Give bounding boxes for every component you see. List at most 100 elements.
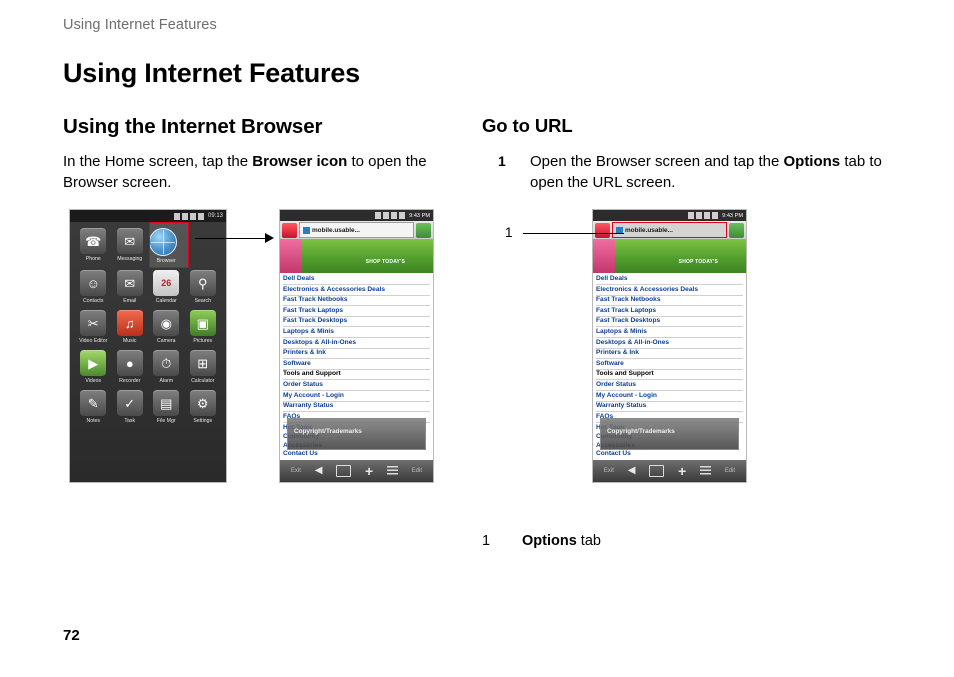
app-icon-phone[interactable]: ☎ Phone [76,228,111,264]
url-text: mobile.usable... [312,226,360,234]
app-icon-alarm[interactable]: ⏱ Alarm [149,350,184,384]
options-tab-highlighted[interactable]: mobile.usable... [612,222,727,238]
list-item[interactable]: Fast Track Desktops [283,317,430,328]
list-item[interactable]: Fast Track Netbooks [596,296,743,307]
app-icon-email[interactable]: ✉ Email [113,270,148,304]
list-item[interactable]: Fast Track Laptops [596,307,743,317]
app-icon-recorder[interactable]: ● Recorder [113,350,148,384]
right-column: Go to URL 1 Open the Browser screen and t… [482,115,882,193]
app-icon-empty [186,228,221,264]
browser-url-bar[interactable]: mobile.usable... [280,221,433,239]
app-icon-music[interactable]: ♫ Music [113,310,148,344]
options-tab-icon[interactable] [416,222,431,238]
list-item[interactable]: Software [596,360,743,370]
list-item[interactable]: Fast Track Netbooks [283,296,430,307]
task-icon: ✓ [116,390,143,416]
url-field[interactable]: mobile.usable... [299,222,414,238]
app-icon-task[interactable]: ✓ Task [113,390,148,424]
page-title: Using Internet Features [63,58,360,88]
site-banner: SHOP TODAY'S [593,239,746,273]
message-icon: ✉ [116,228,143,254]
list-item[interactable]: Contact Us [283,450,430,459]
list-item[interactable]: Printers & Ink [596,349,743,360]
list-item[interactable]: Order Status [596,381,743,392]
list-item[interactable]: Warranty Status [283,402,430,413]
app-icon-notes[interactable]: ✎ Notes [76,390,111,424]
app-icon-calculator[interactable]: ⊞ Calculator [186,350,221,384]
toolbar-exit-label[interactable]: Exit [291,468,301,474]
toolbar-edit-label[interactable]: Edit [412,468,422,474]
list-item[interactable]: Desktops & All-in-Ones [283,339,430,349]
list-item[interactable]: Printers & Ink [283,349,430,360]
app-icon-video-editor[interactable]: ✂ Video Editor [76,310,111,344]
wifi-icon [383,212,390,219]
status-time: 9:43 PM [409,212,430,219]
app-icon-contacts[interactable]: ☺ Contacts [76,270,111,304]
back-icon[interactable]: ◀ [315,466,323,476]
list-item[interactable]: Dell Deals [596,275,743,286]
figure-caption: 1 Options tab [482,533,601,549]
app-label: Email [123,298,137,304]
list-item[interactable]: My Account - Login [283,392,430,402]
list-item[interactable]: Electronics & Accessories Deals [283,286,430,296]
app-label: Task [124,418,136,424]
app-icon-file-manager[interactable]: ▤ File Mgr [149,390,184,424]
list-item[interactable]: Desktops & All-in-Ones [596,339,743,349]
app-icon-settings[interactable]: ⚙ Settings [186,390,221,424]
home-status-bar: 09:13 [70,210,226,222]
banner-promo-block [593,239,615,273]
callout-arrow [195,233,275,243]
list-item[interactable]: Laptops & Minis [283,328,430,339]
app-label: File Mgr [156,418,176,424]
app-label: Contacts [83,298,104,304]
list-item[interactable]: Fast Track Desktops [596,317,743,328]
menu-icon[interactable] [699,466,711,476]
list-item[interactable]: Contact Us [596,450,743,459]
overlay-text: Copyright/Trademarks [294,428,362,435]
back-icon[interactable]: ◀ [628,466,636,476]
left-body-paragraph: In the Home screen, tap the Browser icon… [63,151,443,193]
url-text: mobile.usable... [625,226,673,234]
left-column: Using the Internet Browser In the Home s… [63,115,443,208]
app-icon-search[interactable]: ⚲ Search [186,270,221,304]
video-editor-icon: ✂ [80,310,107,336]
link-group-heading: Tools and Support [283,370,430,381]
network-icon [189,212,196,220]
app-label: Video Editor [79,338,108,344]
browser-url-bar[interactable]: mobile.usable... [593,221,746,239]
options-tab-icon[interactable] [729,222,744,238]
list-item[interactable]: My Account - Login [596,392,743,402]
banner-promo-block [280,239,302,273]
menu-icon[interactable] [386,466,398,476]
back-tab-icon[interactable] [282,222,297,238]
add-window-icon[interactable]: + [365,464,373,478]
window-icon[interactable] [336,465,352,477]
list-item[interactable]: Dell Deals [283,275,430,286]
list-item[interactable]: Order Status [283,381,430,392]
list-item[interactable]: Fast Track Laptops [283,307,430,317]
app-icon-calendar[interactable]: 26 Calendar [149,270,184,304]
toolbar-exit-label[interactable]: Exit [604,468,614,474]
list-item[interactable]: Electronics & Accessories Deals [596,286,743,296]
phone-icon: ☎ [80,228,107,254]
add-window-icon[interactable]: + [678,464,686,478]
app-icon-camera[interactable]: ◉ Camera [149,310,184,344]
battery-icon [181,212,188,220]
signal-icon [173,212,180,220]
list-item[interactable]: Laptops & Minis [596,328,743,339]
link-group-primary: Dell Deals Electronics & Accessories Dea… [593,273,746,423]
app-icon-messaging[interactable]: ✉ Messaging [113,228,148,264]
list-item[interactable]: Warranty Status [596,402,743,413]
link-group-primary: Dell Deals Electronics & Accessories Dea… [280,273,433,423]
battery-icon [704,212,711,219]
app-icon-videos[interactable]: ▶ Videos [76,350,111,384]
search-icon: ⚲ [189,270,216,296]
list-item[interactable]: Software [283,360,430,370]
callout-leader-line [523,233,624,235]
gear-icon: ⚙ [189,390,216,416]
toolbar-edit-label[interactable]: Edit [725,468,735,474]
app-icon-pictures[interactable]: ▣ Pictures [186,310,221,344]
favicon-icon [303,226,310,234]
list-item: 1 Open the Browser screen and tap the Opt… [482,151,882,193]
window-icon[interactable] [649,465,665,477]
